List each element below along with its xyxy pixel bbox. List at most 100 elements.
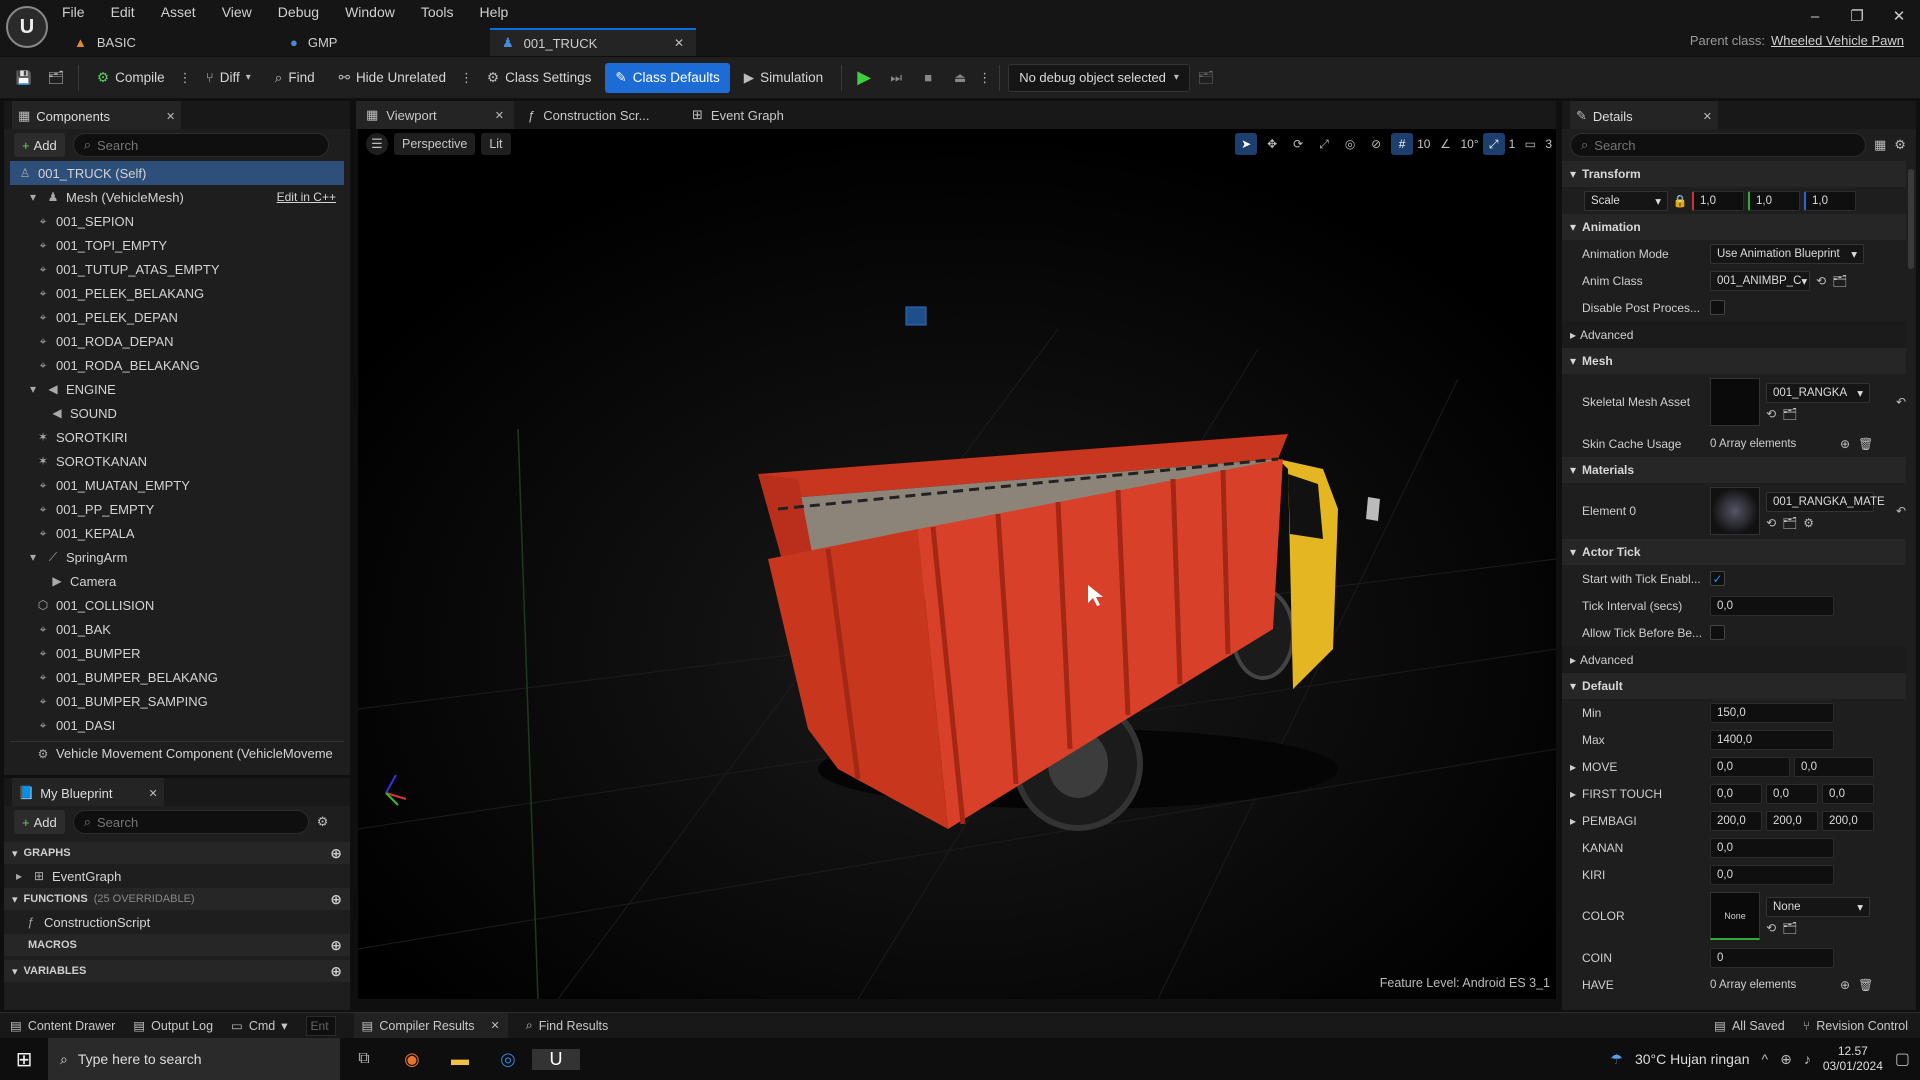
tree-item-001-bumper[interactable]: ⌖ 001_BUMPER bbox=[10, 641, 344, 665]
close-panel-icon[interactable]: ✕ bbox=[166, 110, 175, 123]
use-selected-icon[interactable]: ⟲ bbox=[1766, 921, 1776, 935]
max-field[interactable]: 1400,0 bbox=[1710, 729, 1834, 750]
tree-item-001-tutup-atas-empty[interactable]: ⌖ 001_TUTUP_ATAS_EMPTY bbox=[10, 257, 344, 281]
tree-item-camera[interactable]: ▶ Camera bbox=[10, 569, 344, 593]
add-member-button[interactable]: + Add bbox=[14, 810, 65, 834]
surface-snap-icon[interactable]: ⊘ bbox=[1365, 133, 1387, 155]
trash-icon[interactable]: 🗑 bbox=[1858, 437, 1873, 451]
debug-browse-icon[interactable]: 🗂 bbox=[1194, 70, 1218, 86]
doc-tab-gmp[interactable]: ● GMP bbox=[278, 28, 488, 56]
chrome-icon[interactable]: ◎ bbox=[484, 1049, 532, 1070]
tree-item-sound[interactable]: ◀ SOUND bbox=[10, 401, 344, 425]
tree-item-springarm[interactable]: ▾ ⟋ SpringArm bbox=[10, 545, 344, 569]
volume-icon[interactable]: ♪ bbox=[1804, 1051, 1811, 1067]
materials-category[interactable]: ▾ Materials bbox=[1562, 457, 1906, 483]
compile-button[interactable]: ⚙ Compile bbox=[87, 63, 175, 93]
material-dropdown[interactable]: 001_RANGKA_MATE bbox=[1766, 492, 1885, 512]
my-blueprint-search-input[interactable] bbox=[97, 814, 298, 830]
notification-icon[interactable]: ▢ bbox=[1895, 1049, 1910, 1069]
lock-icon[interactable]: 🔒 bbox=[1668, 194, 1692, 208]
reset-icon[interactable]: ↶ bbox=[1896, 504, 1906, 518]
scale-z-field[interactable]: 1,0 bbox=[1804, 190, 1856, 211]
gear-icon[interactable]: ⚙ bbox=[317, 814, 329, 830]
details-search-input[interactable] bbox=[1594, 137, 1855, 153]
expand-icon[interactable]: ▸ bbox=[1562, 760, 1582, 774]
output-log-button[interactable]: ▤ Output Log bbox=[133, 1018, 213, 1034]
allow-tick-checkbox[interactable] bbox=[1710, 625, 1725, 640]
kanan-field[interactable]: 0,0 bbox=[1710, 837, 1834, 858]
details-scrollbar[interactable] bbox=[1908, 169, 1914, 269]
content-drawer-button[interactable]: ▤ Content Drawer bbox=[10, 1018, 115, 1034]
tree-item-001-muatan-empty[interactable]: ⌖ 001_MUATAN_EMPTY bbox=[10, 473, 344, 497]
disable-post-checkbox[interactable] bbox=[1710, 300, 1725, 315]
taskbar-search[interactable]: ⌕ Type here to search bbox=[48, 1038, 340, 1080]
cmd-input[interactable]: Ent bbox=[305, 1015, 336, 1036]
use-selected-icon[interactable]: ⟲ bbox=[1766, 516, 1776, 530]
material-options-icon[interactable]: ⚙ bbox=[1803, 516, 1814, 530]
close-panel-icon[interactable]: ✕ bbox=[1703, 110, 1712, 123]
add-variable-icon[interactable]: ⊕ bbox=[330, 963, 342, 980]
tree-item-self[interactable]: ♙ 001_TRUCK (Self) bbox=[10, 161, 344, 185]
camera-gizmo[interactable] bbox=[905, 306, 927, 326]
menu-view[interactable]: View bbox=[222, 4, 252, 20]
menu-debug[interactable]: Debug bbox=[278, 4, 319, 20]
move-x-field[interactable]: 0,0 bbox=[1710, 756, 1790, 777]
components-search[interactable]: ⌕ bbox=[72, 133, 329, 157]
tree-item-001-collision[interactable]: ⬡ 001_COLLISION bbox=[10, 593, 344, 617]
tree-item-001-roda-depan[interactable]: ⌖ 001_RODA_DEPAN bbox=[10, 329, 344, 353]
menu-help[interactable]: Help bbox=[480, 4, 509, 20]
camera-speed-value[interactable]: 3 bbox=[1545, 137, 1552, 151]
tree-item-001-topi-empty[interactable]: ⌖ 001_TOPI_EMPTY bbox=[10, 233, 344, 257]
tab-event-graph[interactable]: ⊞ Event Graph bbox=[682, 101, 794, 129]
close-tab-icon[interactable]: ✕ bbox=[495, 109, 504, 122]
eject-icon[interactable]: ⏏ bbox=[946, 70, 974, 86]
scale-snap-value[interactable]: 1 bbox=[1509, 137, 1516, 151]
perspective-button[interactable]: Perspective bbox=[394, 133, 476, 155]
rotation-snap-icon[interactable]: ∠ bbox=[1434, 133, 1456, 155]
coin-field[interactable]: 0 bbox=[1710, 947, 1834, 968]
compiler-results-tab[interactable]: ▤ Compiler Results ✕ bbox=[353, 1012, 508, 1039]
actor-tick-category[interactable]: ▾ Actor Tick bbox=[1562, 539, 1906, 565]
tree-item-001-bumper-belakang[interactable]: ⌖ 001_BUMPER_BELAKANG bbox=[10, 665, 344, 689]
skeletal-mesh-thumbnail[interactable] bbox=[1710, 378, 1760, 426]
play-icon[interactable]: ▶ bbox=[850, 67, 878, 88]
add-element-icon[interactable]: ⊕ bbox=[1840, 437, 1850, 451]
move-y-field[interactable]: 0,0 bbox=[1794, 756, 1874, 777]
scale-x-field[interactable]: 1,0 bbox=[1692, 190, 1744, 211]
network-icon[interactable]: ⊕ bbox=[1780, 1051, 1792, 1068]
doc-tab-001-truck[interactable]: ♟ 001_TRUCK ✕ bbox=[490, 28, 696, 56]
add-function-icon[interactable]: ⊕ bbox=[330, 891, 342, 908]
advanced-tick-row[interactable]: ▸ Advanced bbox=[1562, 646, 1906, 673]
tree-item-sorotkiri[interactable]: ✶ SOROTKIRI bbox=[10, 425, 344, 449]
menu-tools[interactable]: Tools bbox=[421, 4, 454, 20]
add-macro-icon[interactable]: ⊕ bbox=[330, 937, 342, 954]
browse-icon[interactable]: 🗂 bbox=[1782, 516, 1797, 530]
step-icon[interactable]: ⏭ bbox=[882, 70, 910, 86]
default-category[interactable]: ▾ Default bbox=[1562, 673, 1906, 699]
close-tab-icon[interactable]: ✕ bbox=[491, 1019, 500, 1032]
anim-class-dropdown[interactable]: 001_ANIMBP_C ▾ bbox=[1710, 270, 1810, 291]
kiri-field[interactable]: 0,0 bbox=[1710, 864, 1834, 885]
browse-icon[interactable]: 🗂 bbox=[1832, 274, 1847, 288]
tree-item-001-roda-belakang[interactable]: ⌖ 001_RODA_BELAKANG bbox=[10, 353, 344, 377]
use-selected-icon[interactable]: ⟲ bbox=[1816, 274, 1826, 288]
find-button[interactable]: ⌕ Find bbox=[265, 63, 325, 93]
browse-icon[interactable]: 🗂 bbox=[42, 70, 70, 86]
file-explorer-icon[interactable]: ▬ bbox=[436, 1049, 484, 1070]
tree-item-001-sepion[interactable]: ⌖ 001_SEPION bbox=[10, 209, 344, 233]
firefox-icon[interactable]: ◉ bbox=[388, 1049, 436, 1070]
lit-button[interactable]: Lit bbox=[481, 133, 511, 155]
expand-icon[interactable]: ▾ bbox=[26, 382, 40, 396]
first-touch-z-field[interactable]: 0,0 bbox=[1822, 783, 1874, 804]
color-dropdown[interactable]: None ▾ bbox=[1766, 897, 1870, 917]
cmd-dropdown[interactable]: ▭ Cmd ▾ bbox=[231, 1018, 288, 1034]
tree-item-001-bumper-samping[interactable]: ⌖ 001_BUMPER_SAMPING bbox=[10, 689, 344, 713]
tree-item-sorotkanan[interactable]: ✶ SOROTKANAN bbox=[10, 449, 344, 473]
first-touch-y-field[interactable]: 0,0 bbox=[1766, 783, 1818, 804]
tree-item-001-pp-empty[interactable]: ⌖ 001_PP_EMPTY bbox=[10, 497, 344, 521]
weather-text[interactable]: 30°C Hujan ringan bbox=[1635, 1051, 1750, 1067]
revision-control-button[interactable]: ⑂ Revision Control bbox=[1803, 1019, 1908, 1033]
find-results-tab[interactable]: ⌕ Find Results bbox=[526, 1018, 609, 1033]
pembagi-z-field[interactable]: 200,0 bbox=[1822, 810, 1874, 831]
pembagi-x-field[interactable]: 200,0 bbox=[1710, 810, 1762, 831]
